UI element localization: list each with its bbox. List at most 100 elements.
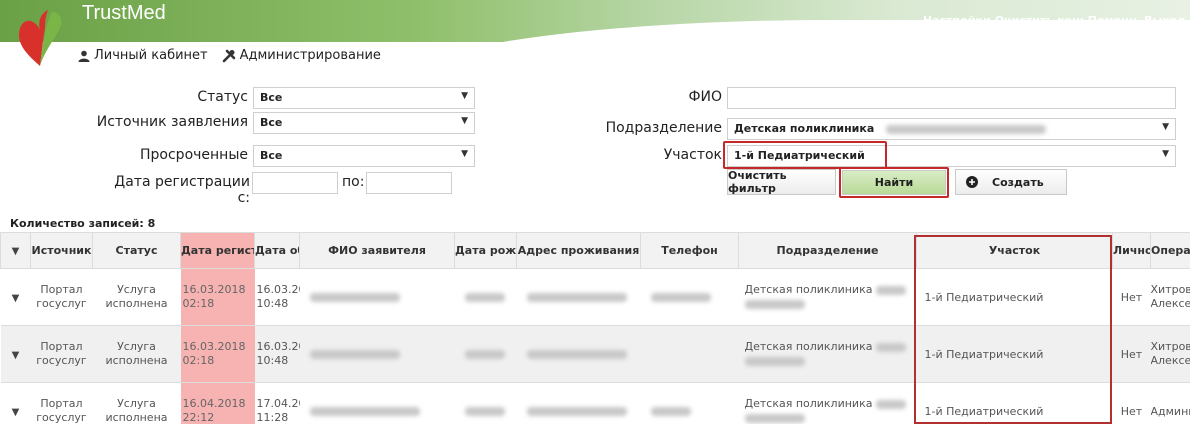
cell-source: Портал госуслуг [30,268,93,326]
chevron-down-icon: ▼ [1162,149,1169,159]
redacted-text [309,350,400,359]
redacted-text [744,413,805,423]
cell-proc-date: 16.03.201810:48 [254,268,300,326]
redacted-text [464,350,505,359]
clear-filter-button[interactable]: Очистить фильтр [727,169,836,195]
overdue-select[interactable]: Все ▼ [253,145,475,167]
cell-proc-date: 16.03.201810:48 [254,325,300,383]
redacted-text [309,407,420,416]
chevron-down-icon: ▼ [461,116,468,126]
redacted-text [875,342,906,352]
source-select[interactable]: Все ▼ [253,112,475,134]
department-label: Подразделение [605,120,722,136]
logout-link[interactable]: Выход [1144,14,1186,27]
cell-personal: Нет [1112,268,1151,326]
table-row[interactable]: ▼ Портал госуслуг Услуга исполнена 16.04… [0,382,1190,424]
app-header: TrustMed Настройки Очистить кеш Помощь В… [0,0,1190,80]
table-row[interactable]: ▼ Портал госуслуг Услуга исполнена 16.03… [0,268,1190,326]
cell-status: Услуга исполнена [92,268,181,326]
column-header-reg-date[interactable]: Дата регистрации [180,232,255,269]
results-table: ▼ Источник Статус Дата регистрации Дата … [0,232,1190,424]
reg-date-to-label: по: [342,174,365,190]
redacted-text [886,124,1047,134]
column-header-status[interactable]: Статус [92,232,181,269]
user-icon [78,50,90,62]
settings-link[interactable]: Настройки [923,14,991,27]
redacted-text [526,293,627,302]
row-expand-toggle[interactable]: ▼ [0,268,31,326]
district-select[interactable]: 1-й Педиатрический ▼ [727,145,1176,167]
cell-phone [640,268,739,326]
chevron-down-icon: ▼ [461,149,468,159]
district-label: Участок [663,147,722,163]
reg-date-from-label: Дата регистрации с: [114,174,250,206]
cell-department: Детская поликлиника [738,382,917,424]
fio-input[interactable] [727,87,1176,109]
row-expand-toggle[interactable]: ▼ [0,325,31,383]
redacted-text [875,285,906,295]
status-label: Статус [197,89,248,105]
redacted-text [650,407,691,416]
redacted-text [526,350,627,359]
chevron-down-icon: ▼ [11,349,20,361]
cell-department: Детская поликлиника [738,325,917,383]
column-header-proc-date[interactable]: Дата обр [254,232,300,269]
cell-phone [640,325,739,383]
column-header-personal[interactable]: Личное [1112,232,1151,269]
chevron-down-icon: ▼ [11,406,20,418]
chevron-down-icon: ▼ [11,246,20,257]
cell-operator: Хитрова Алексеева [1150,268,1190,326]
column-header-birth-date[interactable]: Дата рожд [454,232,517,269]
find-button[interactable]: Найти [842,170,946,195]
expand-column-header[interactable]: ▼ [0,232,31,269]
status-select[interactable]: Все ▼ [253,87,475,109]
trustmed-logo-icon [18,10,62,66]
column-header-applicant[interactable]: ФИО заявителя [299,232,455,269]
cell-applicant [299,268,455,326]
redacted-text [744,356,805,366]
chevron-down-icon: ▼ [11,292,20,304]
cell-personal: Нет [1112,325,1151,383]
create-button[interactable]: Создать [955,169,1067,195]
department-select[interactable]: Детская поликлиника ▼ [727,118,1176,140]
redacted-text [526,407,627,416]
column-header-address[interactable]: Адрес проживания [516,232,641,269]
administration-link[interactable]: Администрирование [222,48,381,63]
personal-cabinet-link[interactable]: Личный кабинет [78,48,208,63]
cell-source: Портал госуслуг [30,382,93,424]
tools-icon [222,49,235,62]
column-header-operator[interactable]: Оператор [1150,232,1190,269]
column-header-source[interactable]: Источник [30,232,93,269]
user-menu: Личный кабинет Администрирование [78,48,381,63]
reg-date-to-input[interactable] [366,172,452,194]
cell-source: Портал госуслуг [30,325,93,383]
column-header-department[interactable]: Подразделение [738,232,917,269]
redacted-text [650,293,711,302]
cell-address [516,325,641,383]
help-link[interactable]: Помощь [1088,14,1140,27]
cell-status: Услуга исполнена [92,382,181,424]
source-label: Источник заявления [96,114,248,130]
redacted-text [464,293,505,302]
column-header-district[interactable]: Участок [916,232,1113,269]
cell-district: 1-й Педиатрический [916,268,1113,326]
top-links: Настройки Очистить кеш Помощь Выход [923,14,1186,27]
cell-reg-date: 16.04.2018 22:12 [180,382,255,424]
records-count: Количество записей: 8 [10,217,156,230]
table-header-row: ▼ Источник Статус Дата регистрации Дата … [0,232,1190,269]
table-row[interactable]: ▼ Портал госуслуг Услуга исполнена 16.03… [0,325,1190,383]
cell-birth-date [454,382,517,424]
redacted-text [309,293,400,302]
overdue-label: Просроченные [140,147,248,163]
column-header-phone[interactable]: Телефон [640,232,739,269]
row-expand-toggle[interactable]: ▼ [0,382,31,424]
redacted-text [744,299,805,309]
cell-applicant [299,382,455,424]
cell-operator: Админис [1150,382,1190,424]
reg-date-from-input[interactable] [252,172,338,194]
cell-district: 1-й Педиатрический [916,325,1113,383]
redacted-text [464,407,505,416]
chevron-down-icon: ▼ [461,91,468,101]
clear-cache-link[interactable]: Очистить кеш [995,14,1084,27]
plus-circle-icon [966,176,978,188]
